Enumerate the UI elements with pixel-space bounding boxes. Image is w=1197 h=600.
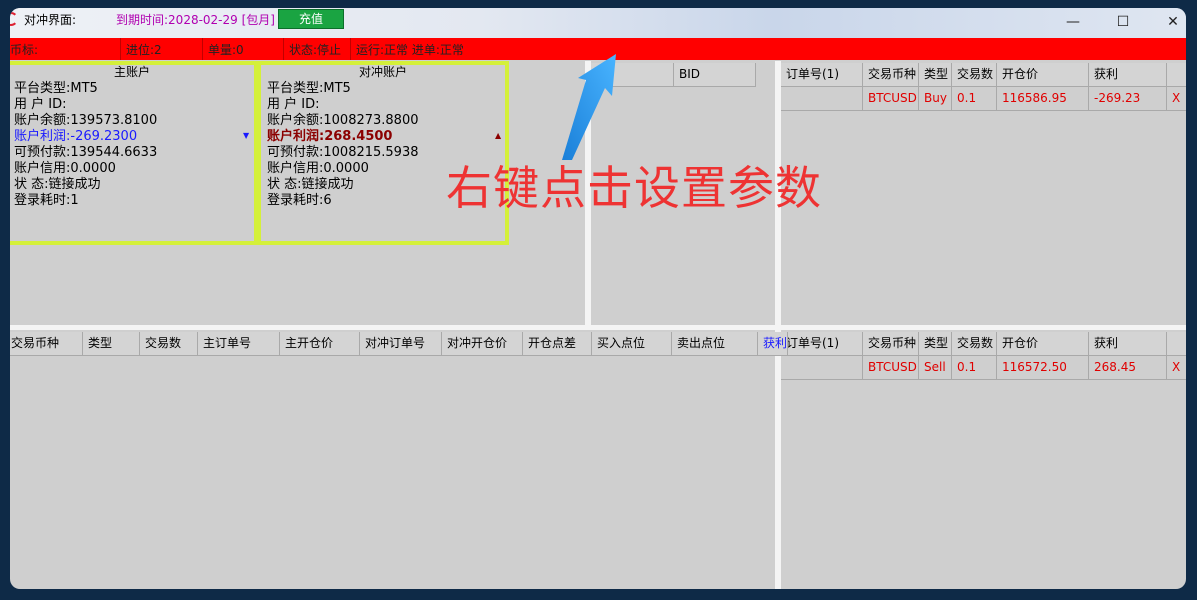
main-profit: 账户利润:-269.2300 — [14, 129, 138, 144]
top-order-cell: 116586.95 — [997, 87, 1089, 111]
orders-header: 开仓价 — [997, 332, 1089, 356]
top-order-cell: Buy — [919, 87, 952, 111]
main-user-id: 用 户 ID: — [14, 97, 67, 112]
main-balance: 账户余额:139573.8100 — [14, 113, 158, 128]
orders-header: 交易币种 — [863, 63, 919, 87]
bottom-order-cell: 268.45 — [1089, 356, 1167, 380]
bottom-order-cell — [781, 356, 863, 380]
hedge-credit: 账户信用:0.0000 — [267, 161, 369, 176]
status-position: 进位:2 — [126, 43, 162, 57]
bottom-order-cell: 0.1 — [952, 356, 997, 380]
hedge-table-header: 卖出点位 — [672, 332, 758, 356]
hedge-account-header: 对冲账户 — [358, 65, 407, 79]
status-divider — [350, 38, 351, 60]
close-order-button[interactable]: X — [1167, 356, 1186, 380]
orders-header: 开仓价 — [997, 63, 1089, 87]
main-status: 状 态:链接成功 — [14, 177, 101, 192]
orders-header: 获利 — [1089, 63, 1167, 87]
close-order-button[interactable]: X — [1167, 87, 1186, 111]
main-login-time: 登录耗时:1 — [14, 193, 79, 208]
bottom-order-cell: Sell — [919, 356, 952, 380]
top-order-cell: BTCUSD — [863, 87, 919, 111]
hedge-table-header: 开仓点差 — [523, 332, 592, 356]
main-platform: 平台类型:MT5 — [14, 81, 98, 96]
main-credit: 账户信用:0.0000 — [14, 161, 116, 176]
hedge-balance: 账户余额:1008273.8800 — [267, 113, 419, 128]
main-account-panel[interactable]: 主账户 平台类型:MT5 用 户 ID: 账户余额:139573.8100 账户… — [10, 61, 258, 245]
triangle-down-icon: ▼ — [243, 131, 250, 140]
orders-header: 交易数 — [952, 332, 997, 356]
minimize-icon[interactable]: — — [1050, 8, 1096, 38]
close-icon[interactable]: ✕ — [1150, 8, 1186, 38]
hedge-table-header: 买入点位 — [592, 332, 672, 356]
app-window: 对冲界面: 到期时间:2028-02-29 [包月] 充值 — ☐ ✕ 币标: … — [10, 8, 1186, 589]
overlay-hint: 右键点击设置参数 — [446, 161, 822, 215]
hedge-table-header: 对冲开仓价 — [442, 332, 523, 356]
status-divider — [283, 38, 284, 60]
orders-header: 类型 — [919, 63, 952, 87]
status-symbol: 币标: — [10, 43, 39, 57]
orders-header-extra — [1167, 332, 1186, 356]
recharge-button[interactable]: 充值 — [278, 9, 344, 29]
status-orders: 单量:0 — [208, 43, 244, 57]
hedge-table-header: 主开仓价 — [280, 332, 360, 356]
window-title: 对冲界面: — [24, 13, 77, 27]
title-bar: 对冲界面: 到期时间:2028-02-29 [包月] 充值 — ☐ ✕ — [10, 8, 1186, 38]
orders-header: 交易数 — [952, 63, 997, 87]
blue-arrow-icon — [562, 54, 616, 160]
bottom-order-cell: BTCUSD — [863, 356, 919, 380]
hedge-table-header: 交易币种 — [10, 332, 83, 356]
hedge-profit: 账户利润:268.4500 — [267, 129, 393, 144]
orders-header: 交易币种 — [863, 332, 919, 356]
hedge-platform: 平台类型:MT5 — [267, 81, 351, 96]
maximize-icon[interactable]: ☐ — [1100, 8, 1146, 38]
app-logo-icon — [10, 12, 18, 26]
hedge-table-header: 类型 — [83, 332, 140, 356]
hedge-status: 状 态:链接成功 — [267, 177, 354, 192]
main-account-header: 主账户 — [113, 65, 150, 79]
hedge-user-id: 用 户 ID: — [267, 97, 320, 112]
hedge-free-margin: 可预付款:1008215.5938 — [267, 145, 419, 160]
status-state: 状态:停止 — [289, 43, 342, 57]
main-free-margin: 可预付款:139544.6633 — [14, 145, 158, 160]
orders-header: 订单号(1) — [781, 63, 863, 87]
hedge-table-header: 交易数 — [140, 332, 198, 356]
expiry-label: 到期时间:2028-02-29 [包月] — [116, 13, 275, 27]
orders-header: 订单号(1) — [781, 332, 863, 356]
top-order-cell: -269.23 — [1089, 87, 1167, 111]
panel-splitter[interactable] — [10, 325, 1186, 330]
top-order-cell — [781, 87, 863, 111]
hedge-table-header: 对冲订单号 — [360, 332, 442, 356]
orders-header: 获利 — [1089, 332, 1167, 356]
status-divider — [202, 38, 203, 60]
bottom-order-cell: 116572.50 — [997, 356, 1089, 380]
orders-header-extra — [1167, 63, 1186, 87]
triangle-up-icon: ▲ — [495, 131, 502, 140]
bid-header: BID — [674, 63, 756, 87]
hedge-login-time: 登录耗时:6 — [267, 193, 332, 208]
status-divider — [120, 38, 121, 60]
status-run: 运行:正常 进单:正常 — [356, 43, 464, 57]
hedge-table-header: 获利 — [758, 332, 788, 356]
hedge-table-header: 主订单号 — [198, 332, 280, 356]
orders-header: 类型 — [919, 332, 952, 356]
top-order-cell: 0.1 — [952, 87, 997, 111]
